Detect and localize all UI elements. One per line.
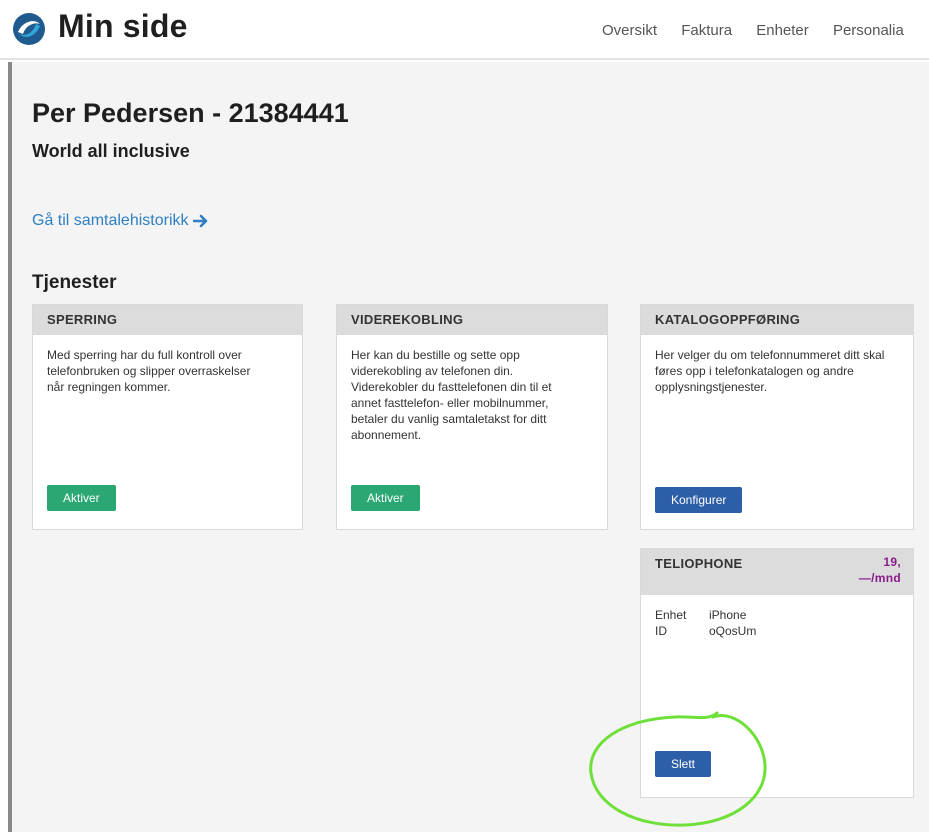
- card-viderekobling-title: VIDEREKOBLING: [337, 305, 607, 335]
- nav-faktura[interactable]: Faktura: [681, 22, 732, 39]
- id-value: oQosUm: [709, 624, 757, 638]
- price-amount: 19,: [883, 555, 901, 569]
- logo-icon: [13, 13, 45, 45]
- teliophone-details: Enhet iPhone ID oQosUm: [641, 595, 913, 651]
- card-katalog: KATALOGOPPFØRING Her velger du om telefo…: [640, 304, 914, 530]
- nav-oversikt[interactable]: Oversikt: [602, 22, 657, 39]
- viderekobling-activate-button[interactable]: Aktiver: [351, 485, 420, 511]
- price-tag: 19, —/mnd: [859, 554, 901, 586]
- card-sperring-text: Med sperring har du full kontroll over t…: [47, 348, 251, 394]
- subscription-name: World all inclusive: [32, 141, 190, 161]
- call-history-link[interactable]: Gå til samtalehistorikk: [32, 212, 209, 230]
- brand-title: Min side: [58, 8, 188, 44]
- teliophone-delete-button[interactable]: Slett: [655, 751, 712, 777]
- device-value: iPhone: [709, 608, 747, 622]
- card-katalog-title: KATALOGOPPFØRING: [641, 305, 913, 335]
- price-period: —/mnd: [858, 571, 901, 585]
- card-sperring: SPERRING Med sperring har du full kontro…: [32, 304, 303, 530]
- card-katalog-text: Her velger du om telefonnummeret ditt sk…: [655, 348, 885, 394]
- nav-enheter[interactable]: Enheter: [756, 22, 809, 39]
- card-teliophone-title: TELIOPHONE: [655, 556, 743, 571]
- id-label: ID: [655, 624, 667, 638]
- card-teliophone-header: TELIOPHONE 19, —/mnd: [641, 549, 913, 595]
- katalog-configure-button[interactable]: Konfigurer: [655, 487, 743, 513]
- card-viderekobling: VIDEREKOBLING Her kan du bestille og set…: [336, 304, 608, 530]
- sperring-activate-button[interactable]: Aktiver: [47, 485, 116, 511]
- services-heading: Tjenester: [32, 272, 117, 293]
- main-nav: Oversikt Faktura Enheter Personalia: [602, 22, 924, 39]
- card-teliophone: TELIOPHONE 19, —/mnd Enhet iPhone ID oQo…: [640, 548, 914, 798]
- page-title: Per Pedersen - 21384441: [32, 98, 349, 128]
- device-label: Enhet: [655, 608, 687, 622]
- device-row: Enhet iPhone: [655, 607, 899, 623]
- id-row: ID oQosUm: [655, 623, 899, 639]
- card-viderekobling-text: Her kan du bestille og sette opp viderek…: [351, 348, 552, 442]
- nav-personalia[interactable]: Personalia: [833, 22, 904, 39]
- main-content: Per Pedersen - 21384441 World all inclus…: [8, 62, 929, 832]
- call-history-link-label: Gå til samtalehistorikk: [32, 212, 189, 229]
- arrow-right-icon: [192, 214, 207, 228]
- card-sperring-title: SPERRING: [33, 305, 302, 335]
- top-bar: Min side Oversikt Faktura Enheter Person…: [0, 0, 929, 60]
